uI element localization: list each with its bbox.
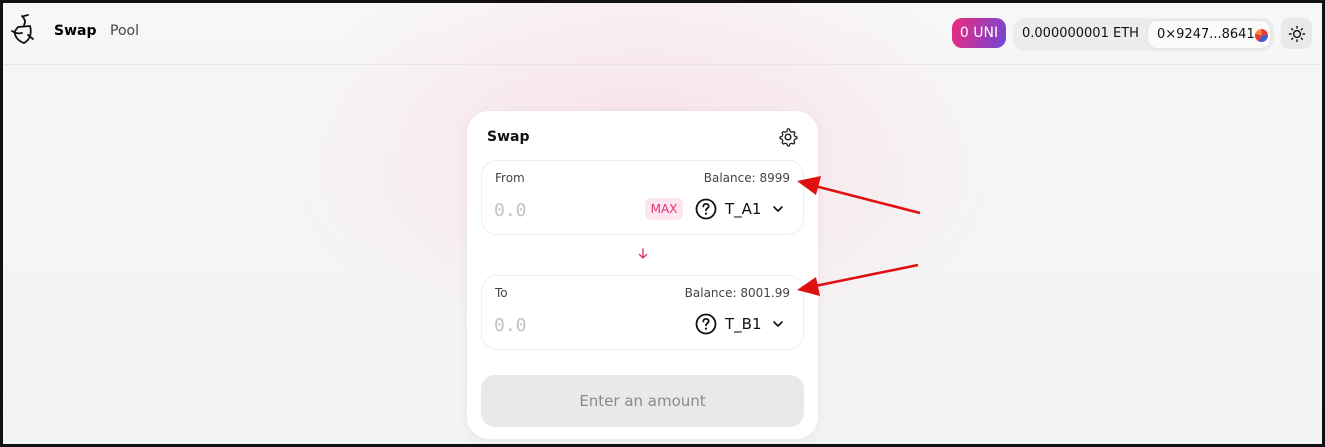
annotation-arrow-from-balance	[797, 176, 921, 215]
app-frame: Swap Pool 0 UNI 0.000000001 ETH 0×9247..…	[0, 0, 1325, 447]
annotation-arrows	[797, 176, 921, 296]
annotation-arrow-to-balance	[797, 263, 919, 296]
